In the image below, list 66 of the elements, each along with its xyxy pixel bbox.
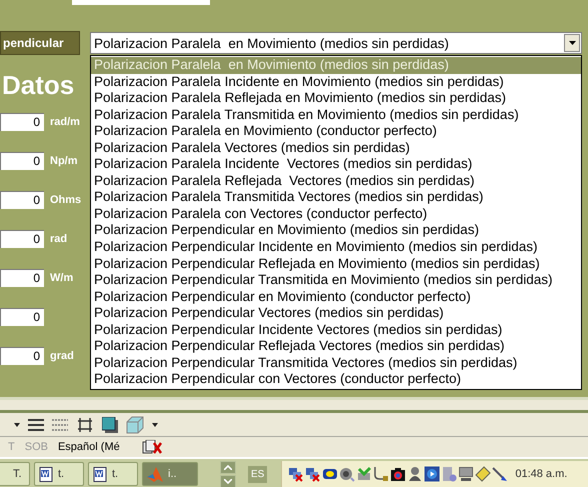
dropdown-option[interactable]: Polarizacion Paralela Vectores (medios sin perdidas) [91,140,581,156]
scroll-down-button[interactable] [220,474,236,487]
number-field[interactable]: 0 [0,308,44,326]
mode-button[interactable]: pendicular [0,31,80,55]
clock: 01:48 a.m. [515,468,568,480]
shadow-square-icon[interactable] [102,416,118,432]
scroll-up-button[interactable] [220,460,236,474]
unit-label: rad [50,233,68,245]
figure-icon[interactable] [407,466,424,482]
dropdown-option[interactable]: Polarizacion Perpendicular Reflejada Vectores (medios sin perdidas) [91,338,581,355]
dropdown-option[interactable]: Polarizacion Paralela Transmitida Vectores (medios sin perdidas) [91,189,581,206]
dropdown-option[interactable]: Polarizacion Paralela en Movimiento (conductor perfecto) [91,123,581,140]
taskbar-button[interactable]: T. [0,462,30,486]
dropdown-option[interactable]: Polarizacion Paralela Reflejada en Movimiento (medios sin perdidas) [91,90,581,107]
lines-icon[interactable] [28,418,44,430]
number-field[interactable]: 0 [0,113,44,131]
dropdown-option[interactable]: Polarizacion Paralela Transmitida en Movimiento (medios sin perdidas) [91,106,581,124]
dropdown-option[interactable]: Polarizacion Perpendicular en Movimiento (medios sin perdidas) [91,222,581,240]
dropdown-option[interactable]: Polarizacion Paralela con Vectores (conductor perfecto) [91,206,581,222]
status-text: Español (Mé [58,441,120,453]
dropdown-option[interactable]: Polarizacion Perpendicular Incidente Vectores (medios sin perdidas) [91,322,581,338]
document-icon [39,466,53,482]
number-field[interactable]: 0 [0,230,44,248]
tag-icon[interactable] [475,466,492,482]
cable-icon[interactable] [373,466,390,482]
dropdown-option[interactable]: Polarizacion Perpendicular Vectores (medios sin perdidas) [91,305,581,322]
dropdown-option[interactable]: Polarizacion Perpendicular Incidente en Movimiento (medios sin perdidas) [91,239,581,256]
dropdown-option[interactable]: Polarizacion Paralela Incidente Vectores (medios sin perdidas) [91,156,581,173]
caret-icon[interactable] [14,422,20,426]
caret-icon [568,41,576,45]
dropdown-option[interactable]: Polarizacion Paralela Reflejada Vectores (medios sin perdidas) [91,172,581,190]
number-field[interactable]: 0 [0,152,44,170]
dropdown-arrow-button[interactable] [564,34,580,52]
dashed-lines-icon[interactable] [52,418,68,430]
section-heading: Datos [2,69,76,101]
dropdown-option[interactable]: Polarizacion Perpendicular con Vectores (conductor perfecto) [91,371,581,388]
dropdown-option[interactable]: Polarizacion Perpendicular Reflejada en Movimiento (medios sin perdidas) [91,256,581,272]
status-text: SOB [24,441,48,453]
unit-label: W/m [50,272,74,284]
arrows-icon[interactable] [76,416,94,432]
dropdown-option[interactable]: Polarizacion Perpendicular Transmitida Vectores (medios sin perdidas) [91,354,581,372]
unit-label: rad/m [50,116,81,128]
status-text: T [8,441,15,453]
network-error-icon[interactable] [288,466,304,482]
document-icon [93,466,107,482]
number-field[interactable]: 0 [0,191,44,209]
taskbar-button[interactable]: t. [88,462,138,486]
dropdown[interactable]: Polarizacion Paralela en Movimiento (medios sin perdidas) [90,32,582,54]
unit-label: Ohms [50,194,82,206]
unit-label: Np/m [50,155,78,167]
book-cross-icon [142,440,162,454]
taskbar-button[interactable]: t. [34,462,84,486]
dropdown-option[interactable]: Polarizacion Perpendicular en Movimiento (conductor perfecto) [91,288,581,306]
number-field[interactable]: 0 [0,269,44,287]
text-field[interactable] [72,0,210,5]
dropdown-option[interactable]: Polarizacion Paralela Incidente en Movimiento (medios sin perdidas) [91,74,581,90]
network-error-icon[interactable] [305,466,322,482]
dropdown-option[interactable]: Polarizacion Perpendicular Transmitida en Movimiento (medios sin perdidas) [91,272,581,289]
number-field[interactable]: 0 [0,347,44,365]
monitor-icon[interactable] [458,466,474,482]
app-icon [147,466,163,482]
camera-icon[interactable] [390,466,406,482]
unit-label: grad [50,350,75,362]
caret-icon[interactable] [152,422,158,426]
cube-icon[interactable] [126,416,144,434]
play-icon[interactable] [424,466,440,482]
